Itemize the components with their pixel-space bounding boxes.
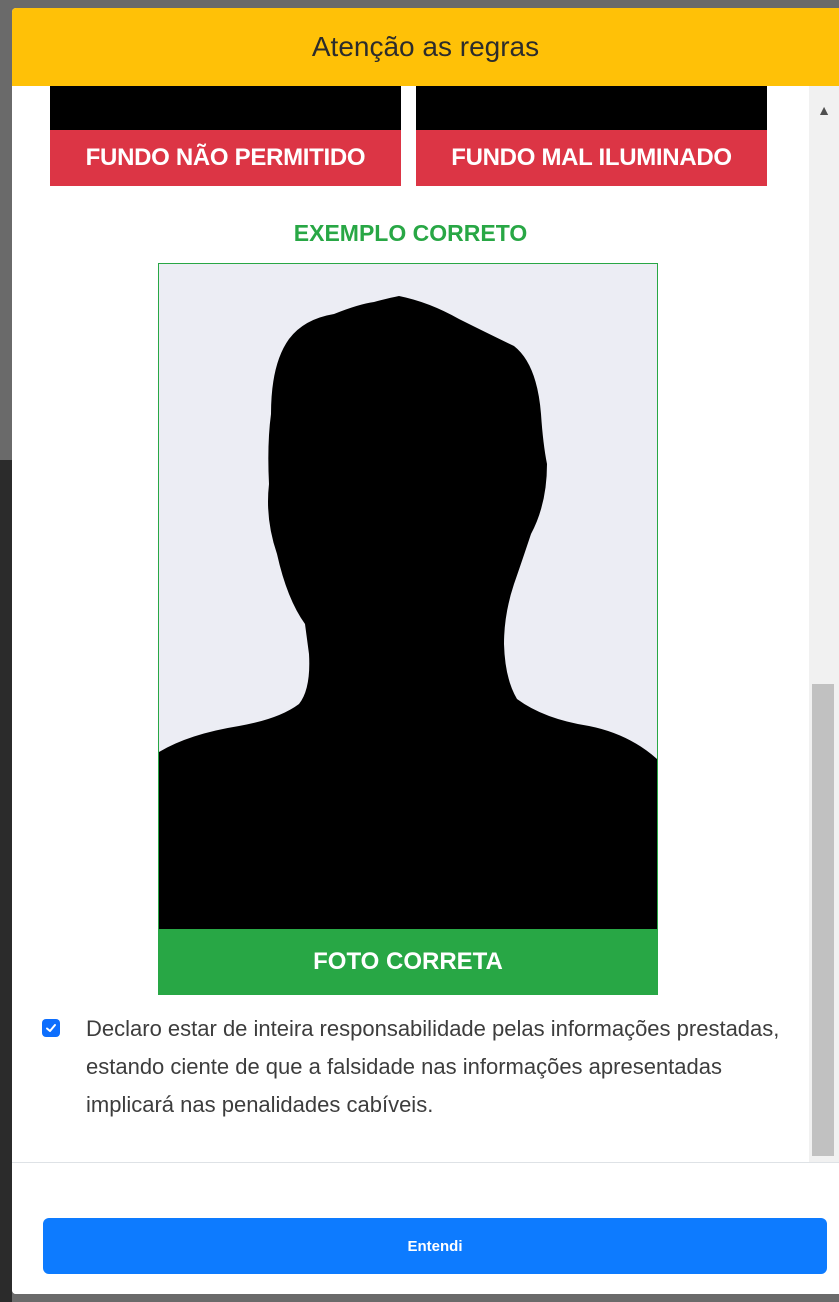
modal-title: Atenção as regras: [311, 31, 540, 62]
backdrop-edge: [0, 460, 12, 1302]
check-icon: [46, 1024, 56, 1032]
confirm-button[interactable]: Entendi: [43, 1218, 827, 1274]
good-example-card: FOTO CORRETA: [158, 263, 658, 995]
good-example-photo: [159, 264, 657, 929]
modal-header: Atenção as regras: [12, 8, 839, 86]
bad-example-card-background: FUNDO NÃO PERMITIDO: [50, 86, 401, 186]
good-example-label: FOTO CORRETA: [159, 929, 657, 994]
bad-example-photo: [416, 86, 767, 130]
bad-example-label: FUNDO MAL ILUMINADO: [416, 130, 767, 186]
rules-modal: Atenção as regras FUNDO NÃO PERMITIDO FU…: [12, 8, 839, 1294]
person-silhouette-icon: [159, 264, 657, 929]
declaration-text[interactable]: Declaro estar de inteira responsabilidad…: [86, 1010, 786, 1124]
modal-body[interactable]: FUNDO NÃO PERMITIDO FUNDO MAL ILUMINADO …: [12, 86, 839, 1162]
bad-example-photo: [50, 86, 401, 130]
modal-scrollbar[interactable]: ▲ ▼: [809, 86, 839, 1162]
scroll-up-arrow-icon[interactable]: ▲: [809, 100, 839, 120]
bad-example-label: FUNDO NÃO PERMITIDO: [50, 130, 401, 186]
bad-example-card-lighting: FUNDO MAL ILUMINADO: [416, 86, 767, 186]
good-example-title: EXEMPLO CORRETO: [293, 220, 528, 246]
modal-footer: Entendi: [12, 1162, 839, 1294]
scrollbar-thumb[interactable]: [812, 684, 834, 1156]
declaration-checkbox[interactable]: [42, 1019, 60, 1037]
